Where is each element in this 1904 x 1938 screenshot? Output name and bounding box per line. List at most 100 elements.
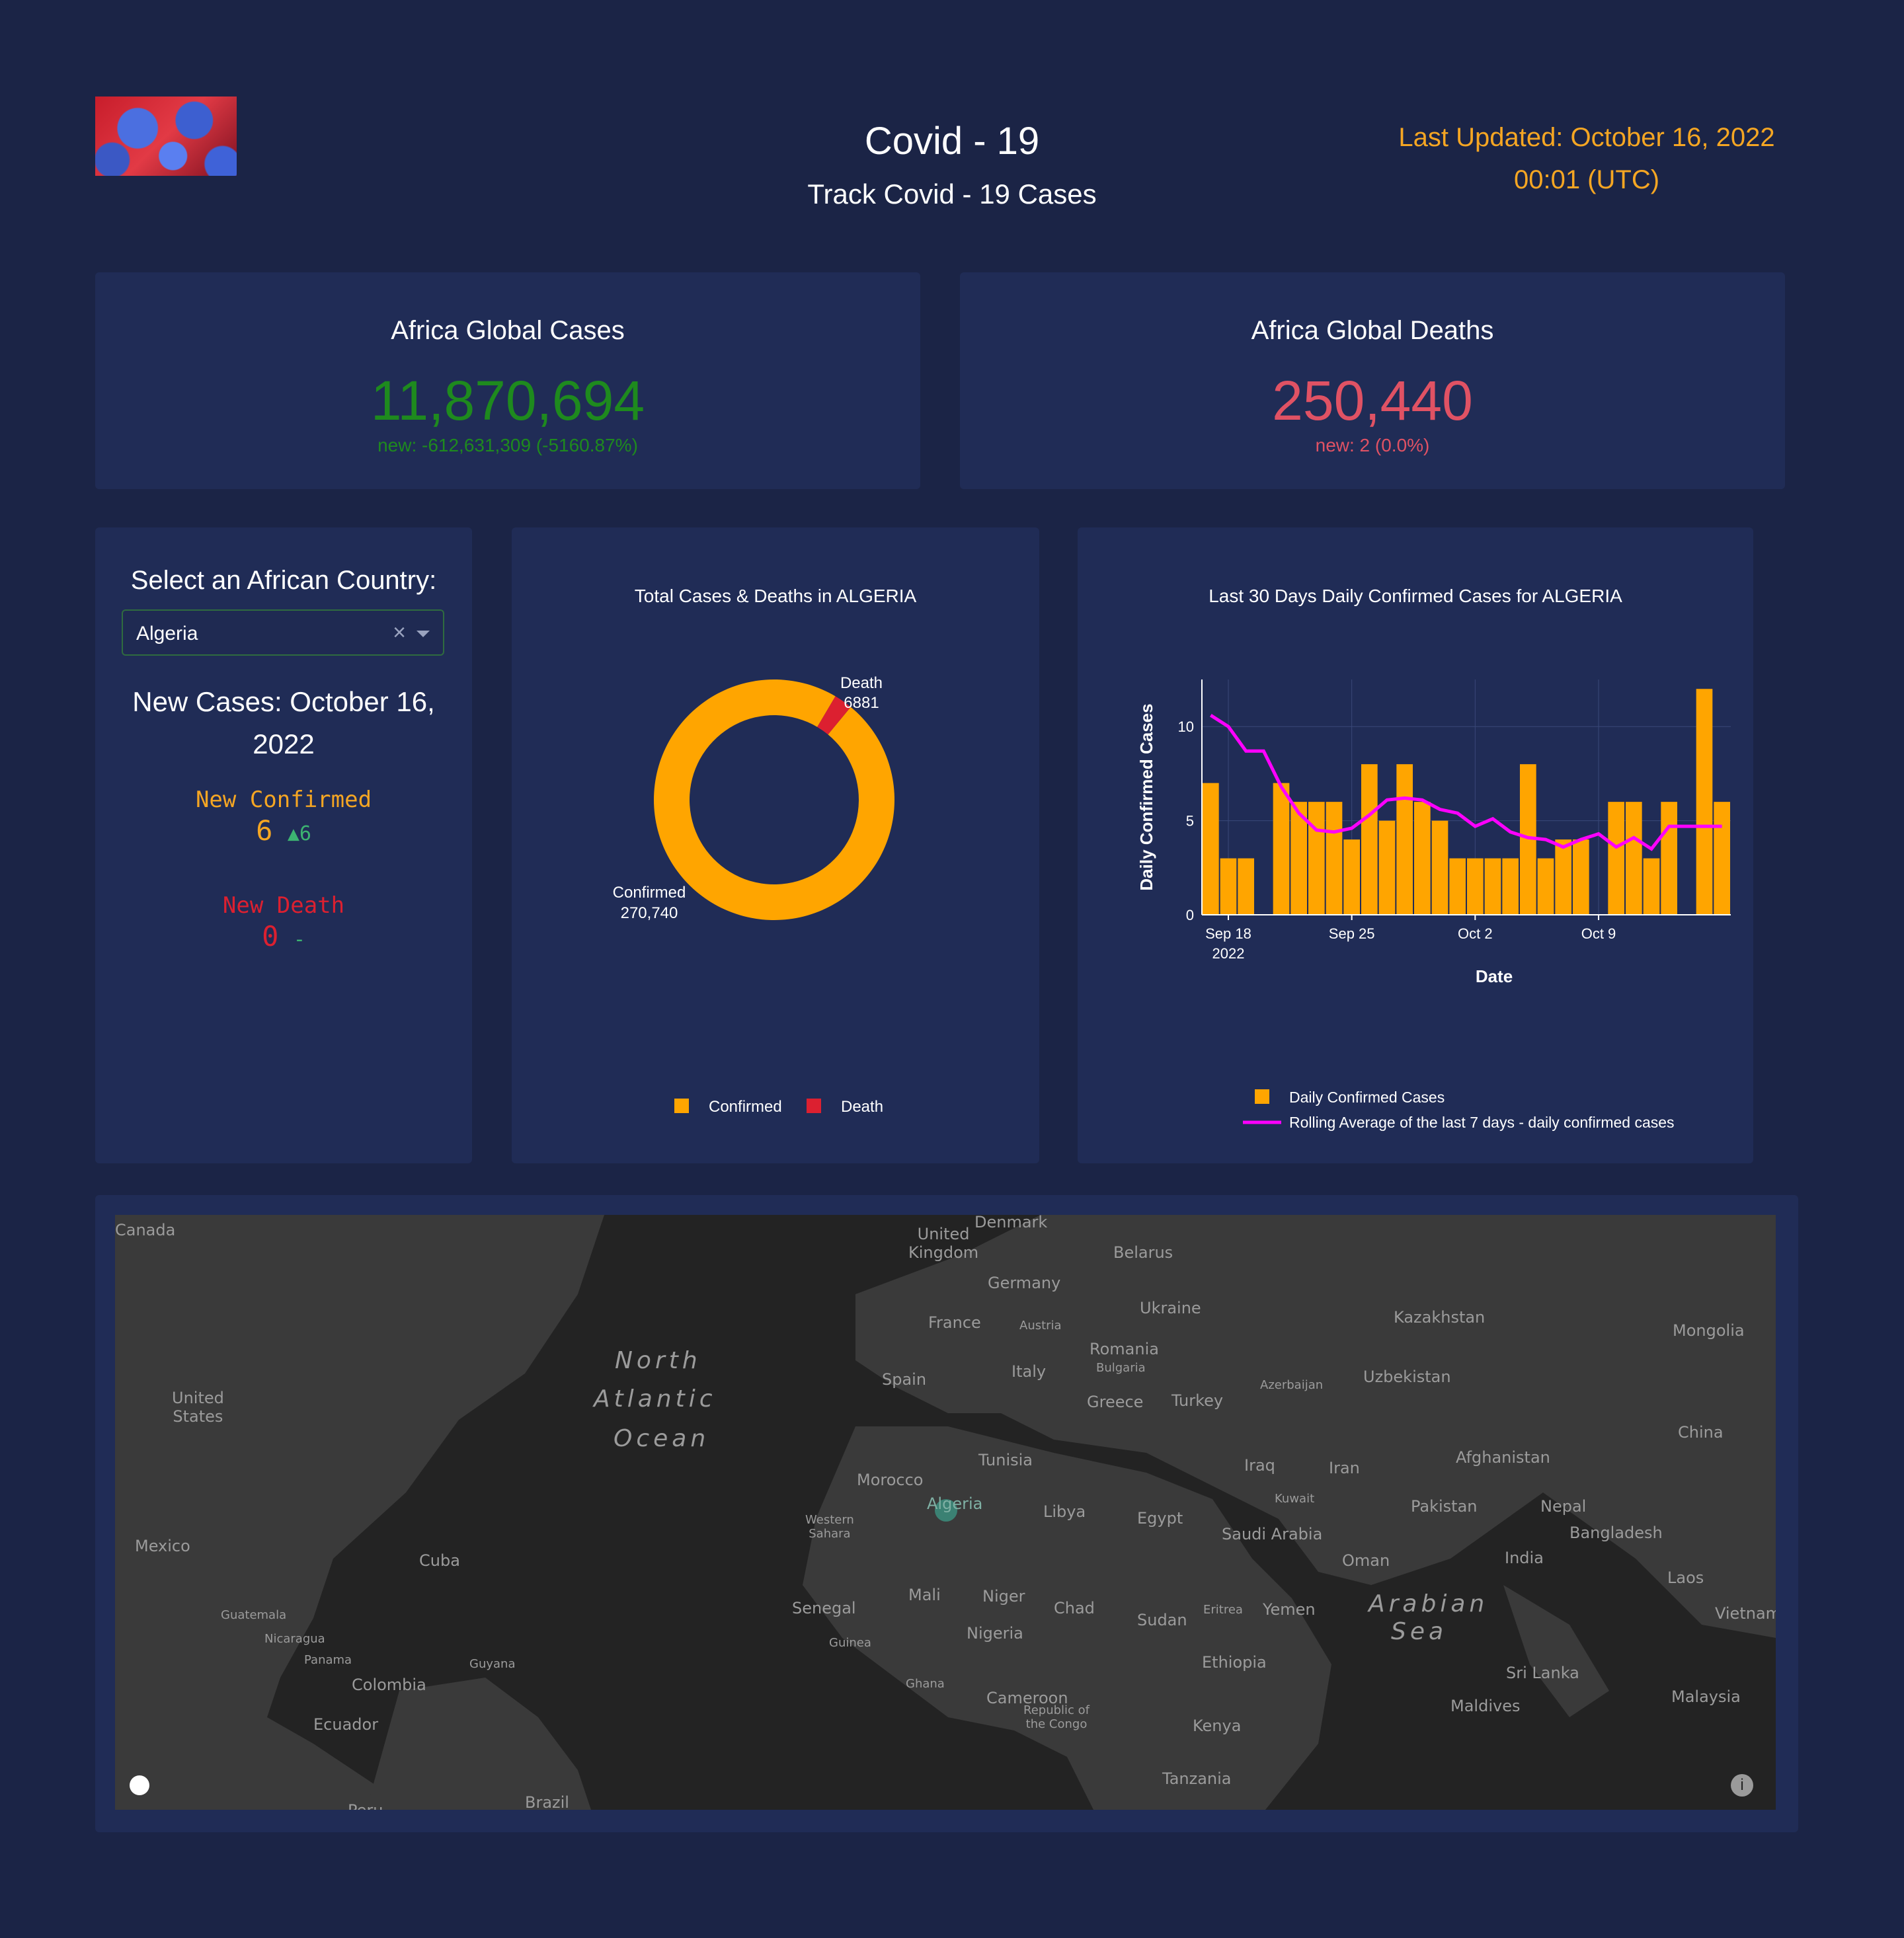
bar-daily-confirmed[interactable] xyxy=(1714,802,1730,915)
map-label: Senegal xyxy=(792,1599,856,1617)
bar-daily-confirmed[interactable] xyxy=(1343,839,1360,915)
map-label: Morocco xyxy=(857,1471,924,1489)
x-tick-label: Sep 18 xyxy=(1205,925,1251,942)
kpi-deaths-new: new: 2 (0.0%) xyxy=(1315,435,1430,455)
map-label: Western Sahara xyxy=(805,1513,854,1541)
new-death-delta: - xyxy=(293,928,305,951)
donut-chart: Death 6881 Confirmed 270,740 Confirmed D… xyxy=(613,674,894,1116)
map-label: Ghana xyxy=(906,1677,945,1691)
legend-swatch-confirmed xyxy=(674,1099,689,1113)
map-label: Maldives xyxy=(1450,1697,1521,1715)
legend-label-rolling[interactable]: Rolling Average of the last 7 days - dai… xyxy=(1289,1114,1675,1131)
map-label: Brazil xyxy=(525,1793,569,1810)
bar-daily-confirmed[interactable] xyxy=(1431,820,1448,915)
map-label: Ecuador xyxy=(313,1715,379,1734)
map-label: Yemen xyxy=(1263,1600,1316,1619)
map-label: Bulgaria xyxy=(1096,1361,1146,1375)
map-label: Niger xyxy=(982,1587,1025,1606)
x-tick-label: Oct 2 xyxy=(1458,925,1493,942)
new-confirmed-value: 6 xyxy=(256,814,273,847)
bar-daily-confirmed[interactable] xyxy=(1396,764,1413,915)
bar-daily-confirmed[interactable] xyxy=(1361,764,1378,915)
death-slice-label-line2: 6881 xyxy=(844,694,879,712)
map-label: France xyxy=(928,1313,981,1332)
map-label: Vietnam xyxy=(1715,1604,1776,1623)
page-title: Covid - 19 xyxy=(864,120,1040,163)
page-subtitle: Track Covid - 19 Cases xyxy=(807,178,1097,210)
map-label: Iran xyxy=(1329,1459,1360,1477)
bar-daily-confirmed[interactable] xyxy=(1661,802,1677,915)
map-label: Mali xyxy=(908,1586,941,1604)
map-label: Guyana xyxy=(469,1657,516,1671)
bar-daily-confirmed[interactable] xyxy=(1449,858,1466,915)
map[interactable]: i Canada United Kingdom Denmark Belarus Germ… xyxy=(115,1215,1776,1810)
bar-daily-confirmed[interactable] xyxy=(1308,802,1325,915)
bar-daily-confirmed[interactable] xyxy=(1238,858,1254,915)
map-label: Chad xyxy=(1054,1599,1095,1617)
last-updated: Last Updated: October 16, 2022 00:01 (UT… xyxy=(1349,116,1825,201)
map-label: Denmark xyxy=(974,1215,1048,1231)
map-label: Germany xyxy=(988,1274,1061,1292)
new-cases-heading-line1: New Cases: October 16, xyxy=(132,686,435,717)
map-label: Azerbaijan xyxy=(1260,1378,1324,1392)
bar-daily-confirmed[interactable] xyxy=(1273,783,1290,915)
bar-daily-confirmed[interactable] xyxy=(1414,802,1431,915)
bar-daily-confirmed[interactable] xyxy=(1608,802,1624,915)
clear-icon[interactable]: × xyxy=(393,620,406,646)
map-label: Uzbekistan xyxy=(1363,1368,1451,1386)
map-label: Atlantic xyxy=(594,1385,717,1413)
map-label: Romania xyxy=(1090,1340,1159,1358)
donut-slice-confirmed[interactable] xyxy=(654,679,894,920)
bar-daily-confirmed[interactable] xyxy=(1537,858,1554,915)
kpi-cases-title: Africa Global Cases xyxy=(391,316,625,345)
country-dropdown[interactable]: Algeria × xyxy=(122,609,444,656)
bar-daily-confirmed[interactable] xyxy=(1220,858,1237,915)
bar-daily-confirmed[interactable] xyxy=(1203,783,1219,915)
map-label: Saudi Arabia xyxy=(1222,1525,1323,1543)
bar-daily-confirmed[interactable] xyxy=(1378,820,1396,915)
legend-label-death[interactable]: Death xyxy=(841,1098,883,1116)
map-label: Nepal xyxy=(1540,1497,1587,1516)
selector-title: Select an African Country: xyxy=(130,566,437,595)
mapbox-logo-icon[interactable] xyxy=(130,1775,149,1795)
bar-daily-confirmed[interactable] xyxy=(1626,802,1642,915)
map-label: Sea xyxy=(1391,1618,1448,1645)
map-label: Ocean xyxy=(614,1425,710,1452)
map-label: Sudan xyxy=(1137,1611,1187,1629)
map-label: Cuba xyxy=(419,1551,460,1570)
kpi-cases-new: new: -612,631,309 (-5160.87%) xyxy=(377,435,638,455)
map-label: Iraq xyxy=(1244,1456,1275,1475)
y-tick-label: 5 xyxy=(1186,813,1194,830)
kpi-card-cases: Africa Global Cases 11,870,694 new: -612… xyxy=(95,272,920,489)
map-label: Arabian xyxy=(1368,1590,1489,1617)
kpi-deaths-value: 250,440 xyxy=(1272,369,1473,432)
legend-label-daily[interactable]: Daily Confirmed Cases xyxy=(1289,1089,1445,1106)
chevron-down-icon[interactable] xyxy=(416,631,430,637)
map-label: Afghanistan xyxy=(1456,1448,1550,1467)
map-label: Austria xyxy=(1019,1319,1062,1333)
legend-swatch-daily xyxy=(1255,1089,1269,1104)
bar-daily-confirmed[interactable] xyxy=(1696,689,1713,915)
bar-daily-confirmed[interactable] xyxy=(1643,858,1660,915)
map-label: Bangladesh xyxy=(1569,1524,1663,1542)
legend-label-confirmed[interactable]: Confirmed xyxy=(709,1098,782,1116)
x-tick-year-label: 2022 xyxy=(1212,945,1245,962)
new-death-label: New Death xyxy=(222,892,345,919)
map-label: Tanzania xyxy=(1162,1769,1232,1788)
map-label: China xyxy=(1678,1423,1724,1442)
bar-daily-confirmed[interactable] xyxy=(1502,858,1519,915)
new-death-value: 0 xyxy=(262,920,279,952)
kpi-card-deaths: Africa Global Deaths 250,440 new: 2 (0.0… xyxy=(960,272,1785,489)
map-label: Nicaragua xyxy=(264,1632,325,1646)
map-label: Egypt xyxy=(1137,1509,1183,1528)
country-selector-card: Select an African Country: Algeria × New… xyxy=(95,527,472,1163)
y-tick-label: 0 xyxy=(1186,907,1194,923)
info-icon[interactable]: i xyxy=(1731,1774,1753,1797)
map-label: Mexico xyxy=(135,1537,190,1555)
map-label: Canada xyxy=(115,1221,176,1239)
bar-daily-confirmed[interactable] xyxy=(1467,858,1484,915)
bar-daily-confirmed[interactable] xyxy=(1573,839,1589,915)
bar-daily-confirmed[interactable] xyxy=(1326,802,1343,915)
bar-daily-confirmed[interactable] xyxy=(1484,858,1501,915)
bar-daily-confirmed[interactable] xyxy=(1555,839,1571,915)
